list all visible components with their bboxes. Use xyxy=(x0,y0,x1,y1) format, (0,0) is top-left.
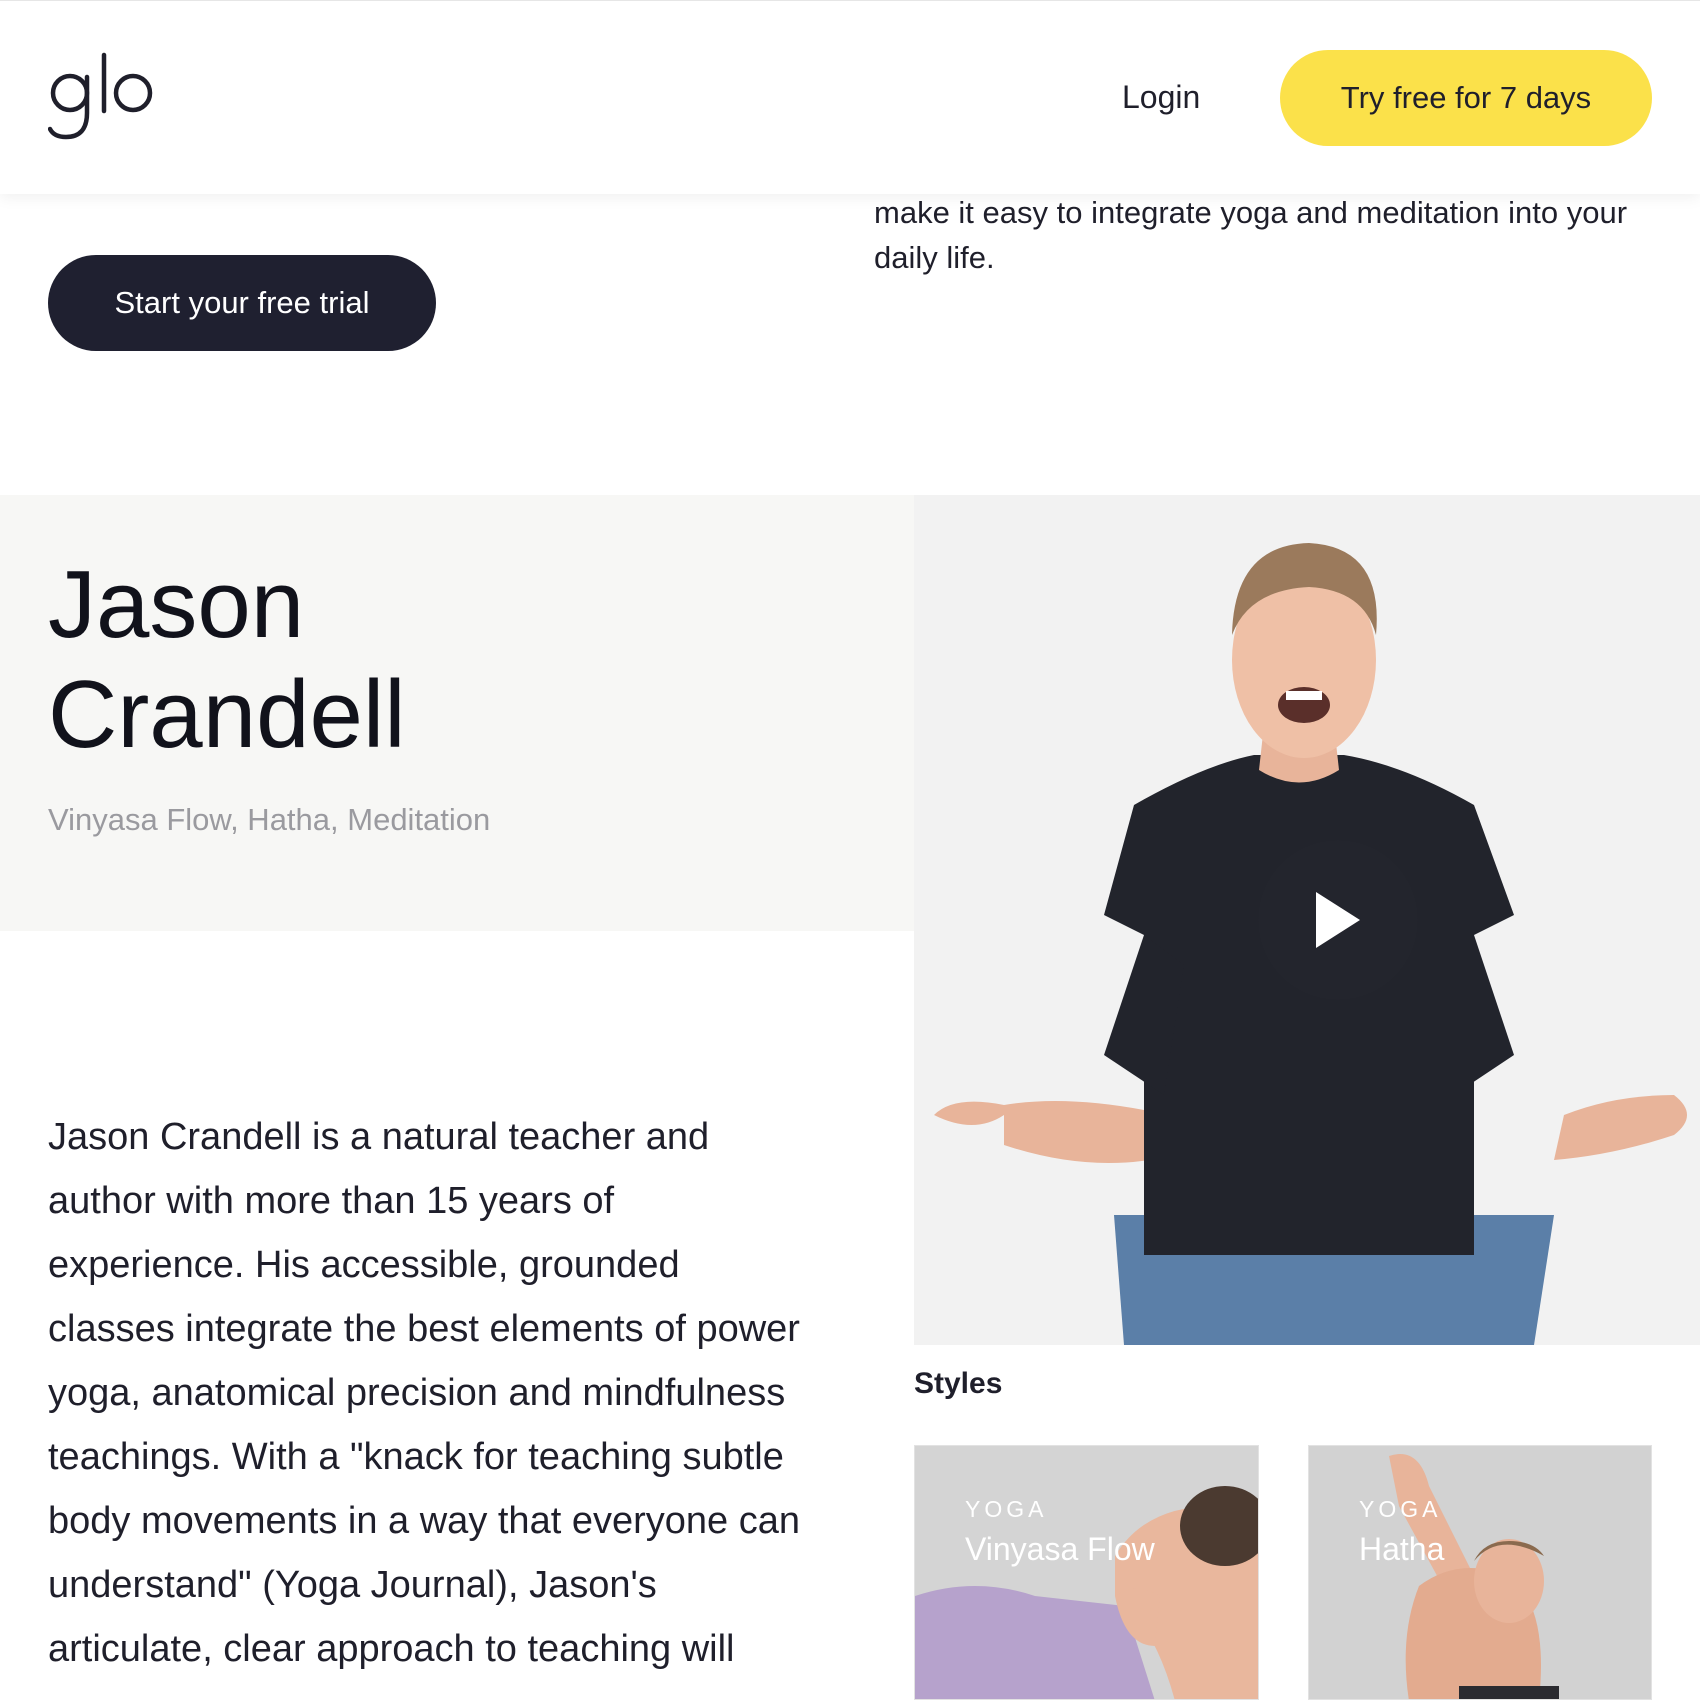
hatha-image xyxy=(1309,1446,1651,1699)
teacher-first-name: Jason xyxy=(48,551,305,658)
teacher-video[interactable] xyxy=(914,495,1700,1345)
teacher-styles: Vinyasa Flow, Hatha, Meditation xyxy=(48,802,491,837)
card-title: Hatha xyxy=(1359,1531,1445,1567)
teacher-bio: Jason Crandell is a natural teacher and … xyxy=(48,1116,800,1670)
play-icon xyxy=(1316,892,1360,948)
style-card-vinyasa-flow[interactable]: YOGA Vinyasa Flow xyxy=(914,1445,1259,1700)
play-button[interactable] xyxy=(1258,840,1418,1000)
style-card-hatha[interactable]: YOGA Hatha xyxy=(1308,1445,1652,1700)
try-free-button[interactable]: Try free for 7 days xyxy=(1280,50,1652,146)
login-link[interactable]: Login xyxy=(1122,79,1200,116)
site-header: Login Try free for 7 days xyxy=(0,0,1700,194)
card-category: YOGA xyxy=(965,1496,1048,1522)
start-free-trial-button[interactable]: Start your free trial xyxy=(48,255,436,351)
styles-heading: Styles xyxy=(914,1367,1003,1400)
teacher-last-name: Crandell xyxy=(48,661,406,768)
card-title: Vinyasa Flow xyxy=(965,1531,1155,1567)
card-category: YOGA xyxy=(1359,1496,1442,1522)
vinyasa-flow-image xyxy=(915,1446,1258,1699)
glo-logo[interactable] xyxy=(48,51,153,146)
teacher-name: Jason Crandell xyxy=(48,550,848,770)
intro-text: make it easy to integrate yoga and medit… xyxy=(874,195,1628,275)
